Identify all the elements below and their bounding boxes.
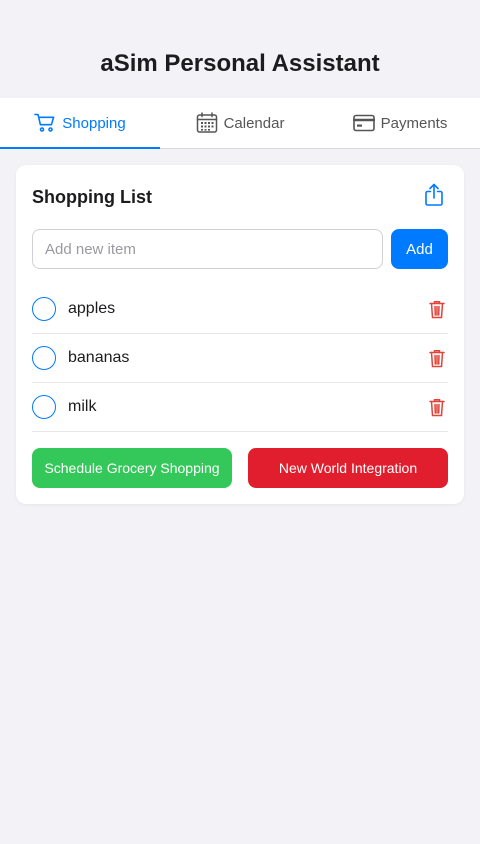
add-item-input[interactable] — [32, 229, 383, 269]
delete-button[interactable] — [426, 347, 448, 369]
share-button[interactable] — [420, 183, 448, 211]
tab-label: Shopping — [62, 114, 126, 132]
calendar-icon — [196, 112, 218, 134]
item-checkbox[interactable] — [32, 297, 56, 321]
schedule-grocery-shopping-button[interactable]: Schedule Grocery Shopping — [32, 448, 232, 488]
shopping-list-title: Shopping List — [32, 186, 152, 207]
list-item: apples — [32, 285, 448, 334]
trash-icon — [429, 398, 445, 416]
tab-bar: Shopping Calendar Payments — [0, 98, 480, 149]
trash-icon — [429, 349, 445, 367]
cart-icon — [34, 113, 56, 133]
list-item: bananas — [32, 334, 448, 383]
action-row: Schedule Grocery Shopping New World Inte… — [32, 448, 448, 488]
shopping-list-card: Shopping List Add apples — [16, 165, 464, 504]
delete-button[interactable] — [426, 396, 448, 418]
tab-payments[interactable]: Payments — [320, 98, 480, 148]
tab-label: Calendar — [223, 114, 285, 132]
delete-button[interactable] — [426, 298, 448, 320]
item-checkbox[interactable] — [32, 346, 56, 370]
card-header: Shopping List — [32, 165, 448, 229]
shopping-list: apples bananas milk — [32, 285, 448, 432]
item-label: apples — [68, 300, 116, 317]
item-checkbox[interactable] — [32, 395, 56, 419]
app-title: aSim Personal Assistant — [100, 50, 380, 77]
item-label: bananas — [68, 349, 130, 366]
add-item-row: Add — [32, 229, 448, 269]
list-item: milk — [32, 383, 448, 432]
share-icon — [424, 183, 444, 212]
credit-card-icon — [352, 114, 375, 132]
tab-shopping[interactable]: Shopping — [0, 98, 160, 149]
app-header: aSim Personal Assistant — [0, 0, 480, 98]
new-world-integration-button[interactable]: New World Integration — [248, 448, 448, 488]
tab-calendar[interactable]: Calendar — [160, 98, 320, 148]
tab-label: Payments — [380, 114, 448, 132]
item-label: milk — [68, 398, 97, 415]
trash-icon — [429, 300, 445, 318]
add-button[interactable]: Add — [391, 229, 448, 269]
